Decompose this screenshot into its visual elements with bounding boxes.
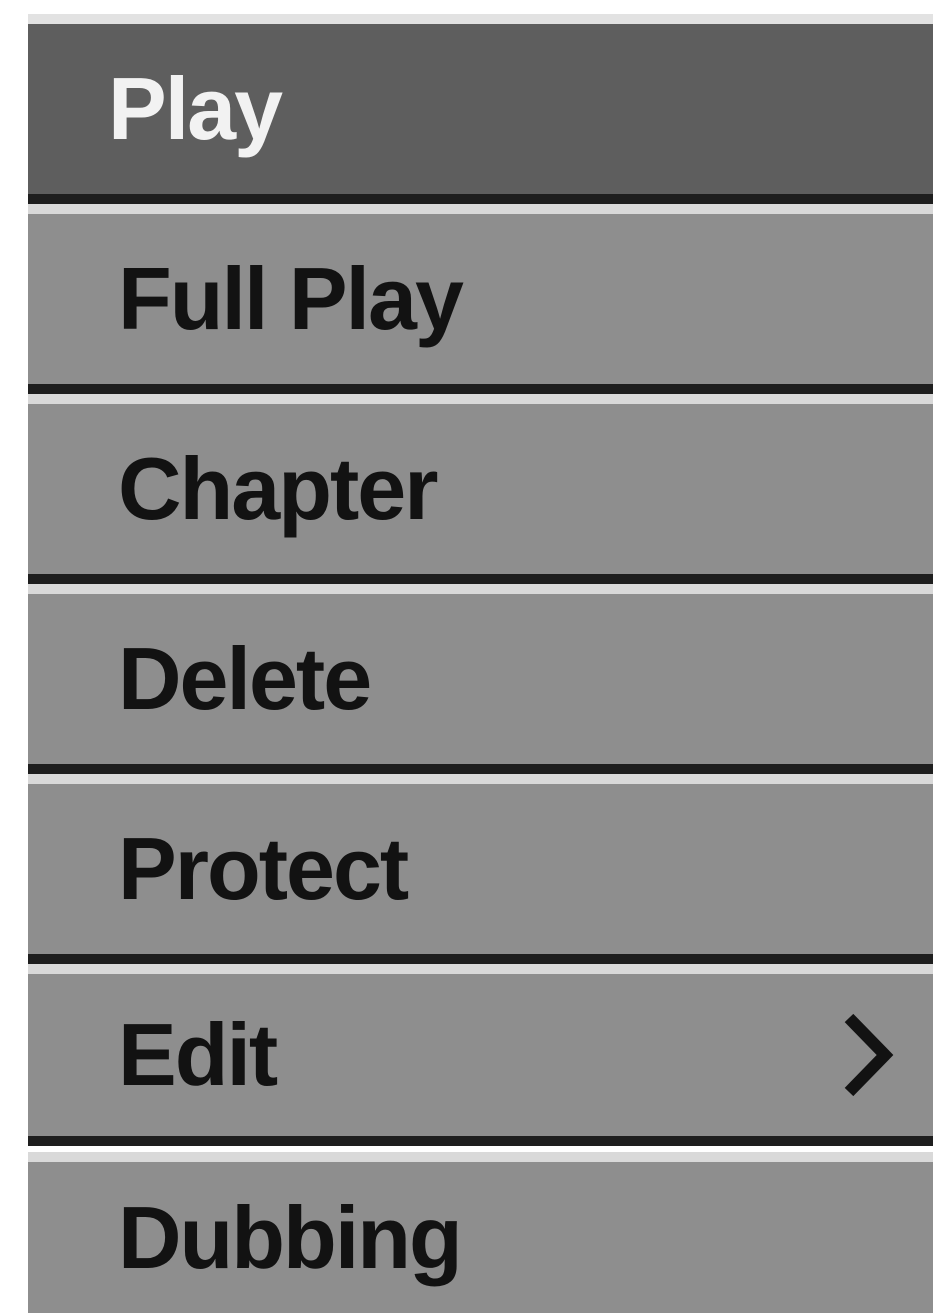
menu-item-dubbing[interactable]: Dubbing [28,1152,933,1313]
chevron-right-icon [844,1013,894,1097]
menu-item-label: Delete [118,629,372,728]
menu-item-edit[interactable]: Edit [28,964,933,1146]
context-menu: Play Full Play Chapter Delete Protect Ed… [28,14,933,1313]
menu-item-label: Play [108,59,283,158]
menu-item-delete[interactable]: Delete [28,584,933,774]
menu-item-chapter[interactable]: Chapter [28,394,933,584]
menu-item-label: Protect [118,819,409,918]
menu-item-label: Edit [118,1005,278,1104]
menu-item-play[interactable]: Play [28,14,933,204]
menu-item-label: Chapter [118,439,438,538]
menu-item-protect[interactable]: Protect [28,774,933,964]
menu-item-label: Full Play [118,249,464,348]
menu-item-full-play[interactable]: Full Play [28,204,933,394]
menu-item-label: Dubbing [118,1187,463,1287]
